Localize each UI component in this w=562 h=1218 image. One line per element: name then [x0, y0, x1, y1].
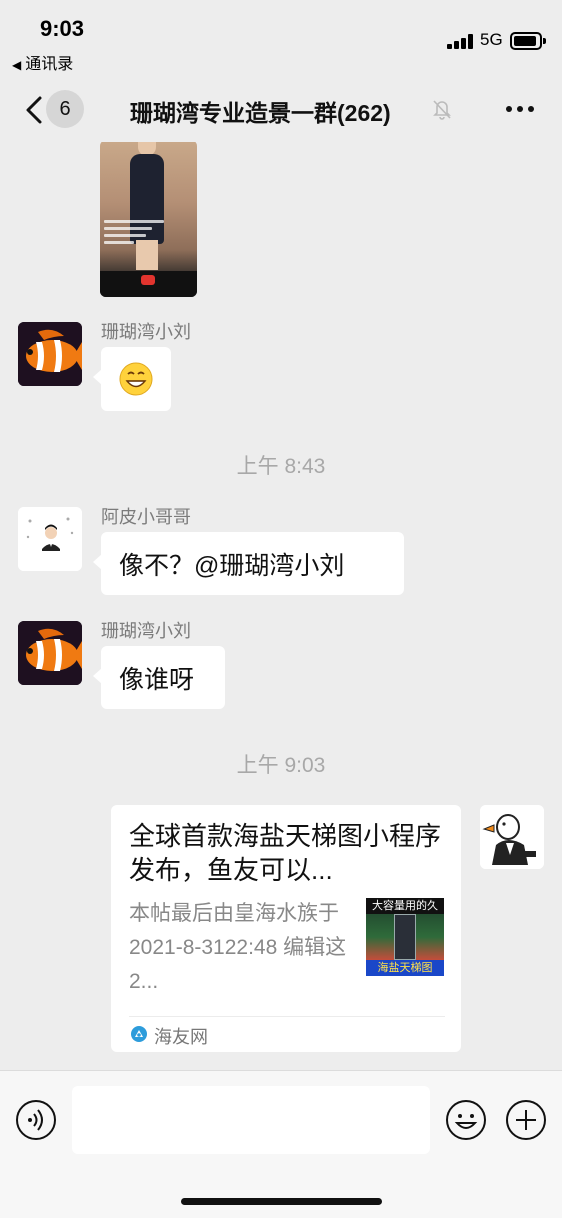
plus-icon[interactable]: [505, 1099, 547, 1141]
emoji-icon[interactable]: [445, 1099, 487, 1141]
sender-name: 阿皮小哥哥: [101, 507, 191, 527]
chat-header: 6 珊瑚湾专业造景一群(262): [0, 80, 562, 142]
signal-icon: [447, 33, 473, 49]
message-list[interactable]: 珊瑚湾小刘 上午 8:43 阿皮小哥哥 像不？@珊瑚湾小刘 珊瑚湾小刘 像谁呀 …: [0, 142, 562, 1070]
home-indicator[interactable]: [181, 1198, 382, 1205]
link-card-source: 海友网: [154, 1027, 208, 1047]
mute-bell-icon: [431, 98, 453, 120]
thumbnail-banner-text: 大容量用的久: [366, 898, 444, 914]
message-input[interactable]: [72, 1086, 430, 1154]
battery-icon: [510, 32, 546, 50]
mini-program-icon: [131, 1026, 147, 1042]
input-bar: [0, 1070, 562, 1218]
chat-title: 珊瑚湾专业造景一群(262): [130, 100, 391, 126]
sender-name: 珊瑚湾小刘: [101, 621, 191, 641]
link-card-title: 全球首款海盐天梯图小程序发布，鱼友可以...: [129, 821, 442, 885]
back-to-app[interactable]: ◀ 通讯录: [12, 50, 73, 74]
thumbnail-footer-text: 海盐天梯图: [366, 960, 444, 976]
sender-name: 珊瑚湾小刘: [101, 322, 191, 342]
goose-avatar[interactable]: [480, 805, 544, 869]
link-card-thumbnail: 大容量用的久 海盐天梯图: [366, 898, 444, 976]
grinning-face-emoji: [119, 362, 153, 396]
message-text: 像不？@珊瑚湾小刘: [119, 552, 345, 580]
clownfish-avatar[interactable]: [18, 621, 82, 685]
card-divider: [129, 1016, 445, 1017]
emoji-message-bubble[interactable]: [93, 347, 171, 411]
link-card-description: 本帖最后由皇海水族于 2021-8-3122:48 编辑这 2...: [129, 902, 347, 993]
back-triangle-icon: ◀: [12, 58, 22, 72]
video-message-thumbnail[interactable]: [100, 142, 197, 297]
voice-icon[interactable]: [15, 1099, 57, 1141]
link-card-message[interactable]: 全球首款海盐天梯图小程序发布，鱼友可以... 本帖最后由皇海水族于 2021-8…: [111, 805, 461, 1052]
text-message-bubble[interactable]: 像不？@珊瑚湾小刘: [93, 532, 404, 595]
message-text: 像谁呀: [119, 666, 195, 694]
network-type: 5G: [480, 30, 503, 49]
man-cartoon-avatar[interactable]: [18, 507, 82, 571]
message-timestamp: 上午 8:43: [236, 455, 326, 478]
more-icon[interactable]: [500, 94, 540, 124]
back-app-label: 通讯录: [25, 56, 74, 73]
clownfish-avatar[interactable]: [18, 322, 82, 386]
status-bar: 9:03 ◀ 通讯录 5G: [0, 0, 562, 80]
message-timestamp: 上午 9:03: [236, 754, 326, 777]
unread-count-badge[interactable]: 6: [46, 90, 84, 128]
text-message-bubble[interactable]: 像谁呀: [93, 646, 225, 709]
status-time: 9:03: [40, 16, 85, 41]
